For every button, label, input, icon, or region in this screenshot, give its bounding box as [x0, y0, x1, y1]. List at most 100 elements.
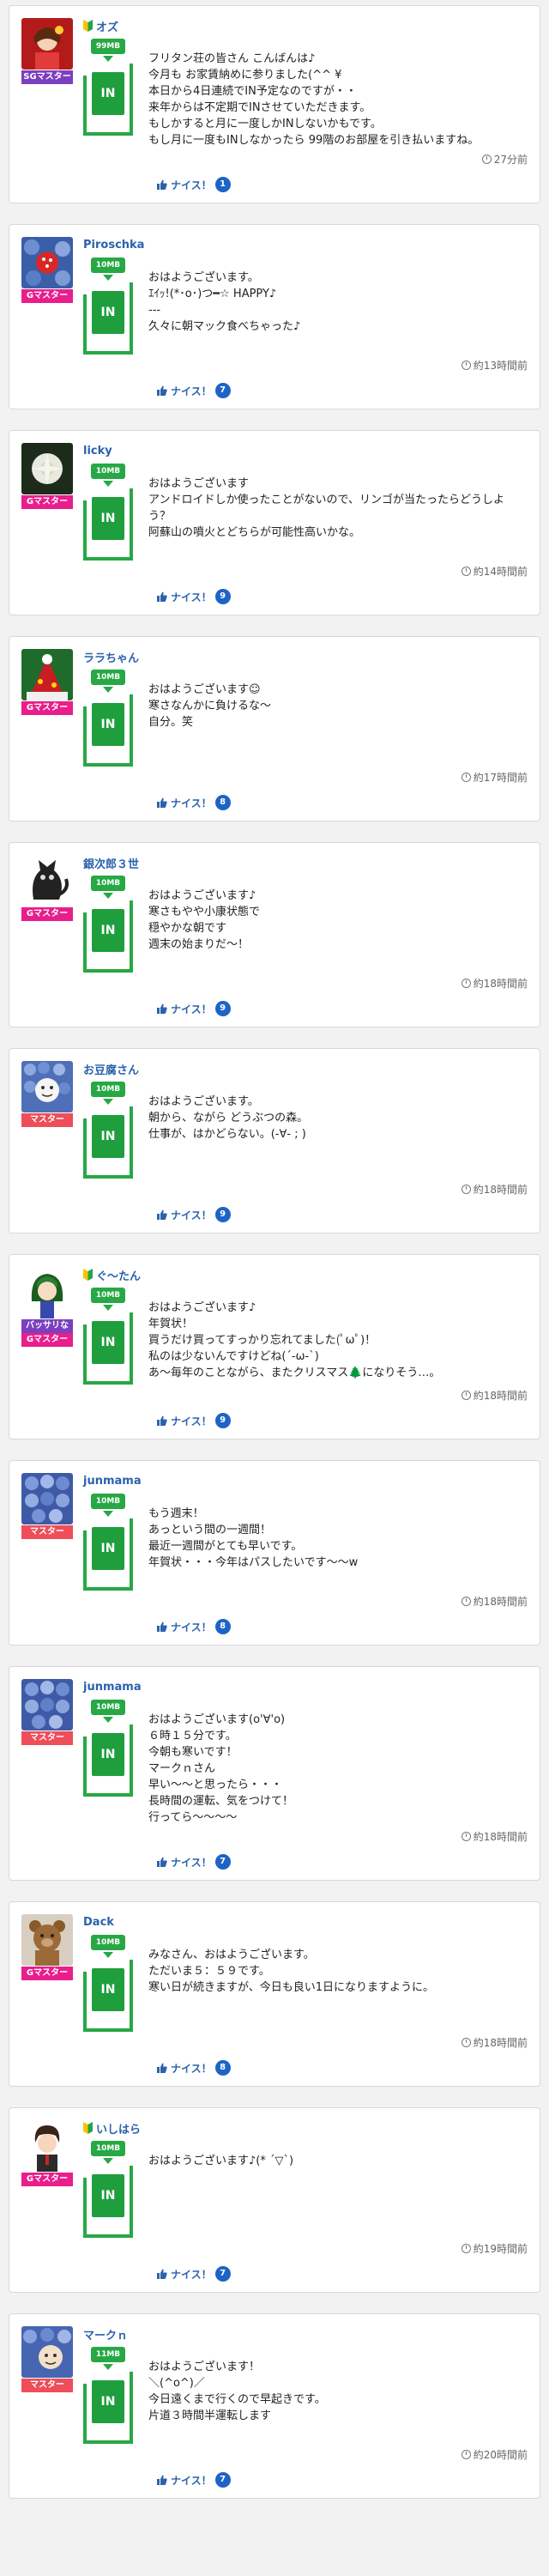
- data-size-badge: 10MB: [91, 876, 125, 891]
- avatar[interactable]: [21, 855, 73, 906]
- post-body: 10MB IN みなさん、おはようございます。 ただいま５：５９です。 寒い日が…: [83, 1935, 528, 2032]
- post-card: マスター マークｎ 11MB IN おはようございます！ ＼(^o^)／ 今日遠…: [9, 2313, 540, 2499]
- avatar[interactable]: [21, 18, 73, 70]
- thumbs-up-icon[interactable]: [157, 797, 167, 808]
- user-name[interactable]: オズ: [96, 18, 118, 34]
- nice-button[interactable]: ナイス！: [171, 796, 212, 810]
- transfer-indicator: 10MB IN: [83, 1700, 133, 1826]
- nice-row: ナイス！ 7: [157, 383, 528, 398]
- in-button[interactable]: IN: [92, 1733, 124, 1776]
- timestamp-text: 約18時間前: [473, 1390, 528, 1402]
- post-body: 10MB IN おはようございます♪(* ´▽`): [83, 2141, 528, 2238]
- post-card: バッサリな Gマスター ぐ〜たん 10MB IN おはようございます♪ 年賀状！…: [9, 1254, 540, 1440]
- thumbs-up-icon[interactable]: [157, 2063, 167, 2073]
- user-name[interactable]: 銀次郎３世: [83, 855, 139, 871]
- avatar[interactable]: [21, 1267, 73, 1318]
- in-button[interactable]: IN: [92, 497, 124, 540]
- rank-badge: Gマスター: [21, 2173, 73, 2186]
- in-button[interactable]: IN: [92, 72, 124, 115]
- user-name[interactable]: いしはら: [96, 2120, 141, 2137]
- in-button[interactable]: IN: [92, 703, 124, 746]
- timestamp: 約14時間前: [21, 564, 528, 579]
- in-button[interactable]: IN: [92, 1321, 124, 1364]
- message-text: おはようございます(o'∀'o) ６時１５分です。 今朝も寒いです！ マークｎさ…: [148, 1713, 294, 1824]
- timestamp-text: 約18時間前: [473, 1831, 528, 1843]
- thumbs-up-icon[interactable]: [157, 2475, 167, 2485]
- user-name-row: いしはら: [83, 2120, 528, 2137]
- clock-icon: [461, 2244, 471, 2253]
- avatar[interactable]: [21, 2326, 73, 2378]
- avatar[interactable]: [21, 1473, 73, 1524]
- user-name[interactable]: Piroschka: [83, 239, 144, 252]
- avatar[interactable]: [21, 443, 73, 494]
- nice-button[interactable]: ナイス！: [171, 2061, 212, 2076]
- in-button[interactable]: IN: [92, 1968, 124, 2011]
- message-text: おはようございます。 ｴｲｯ!(*･o･)つ━☆ HAPPY♪ --- 久々に朝…: [148, 271, 301, 333]
- in-button[interactable]: IN: [92, 1115, 124, 1158]
- post-card: Gマスター Piroschka 10MB IN おはようございます。 ｴｲｯ!(…: [9, 224, 540, 409]
- rank-badge: マスター: [21, 2379, 73, 2392]
- avatar[interactable]: [21, 2120, 73, 2172]
- avatar[interactable]: [21, 649, 73, 700]
- nice-button[interactable]: ナイス！: [171, 2473, 212, 2488]
- transfer-indicator: 11MB IN: [83, 2347, 133, 2444]
- avatar[interactable]: [21, 1914, 73, 1966]
- thumbs-up-icon[interactable]: [157, 1621, 167, 1632]
- in-button[interactable]: IN: [92, 909, 124, 952]
- transfer-indicator: 10MB IN: [83, 258, 133, 355]
- timestamp-text: 約14時間前: [473, 566, 528, 578]
- thumbs-up-icon[interactable]: [157, 385, 167, 396]
- thumbs-up-icon[interactable]: [157, 1209, 167, 1220]
- rank-badge: マスター: [21, 1731, 73, 1745]
- clock-icon: [461, 1185, 471, 1194]
- user-name[interactable]: junmama: [83, 1681, 142, 1694]
- in-button[interactable]: IN: [92, 2174, 124, 2217]
- thumbs-up-icon[interactable]: [157, 1857, 167, 1867]
- timestamp: 約17時間前: [21, 770, 528, 785]
- thumbs-up-icon[interactable]: [157, 179, 167, 190]
- in-box: IN: [83, 2166, 133, 2238]
- user-name[interactable]: お豆腐さん: [83, 1061, 139, 1077]
- in-button[interactable]: IN: [92, 2380, 124, 2423]
- timestamp: 約18時間前: [21, 1182, 528, 1197]
- nice-button[interactable]: ナイス！: [171, 2267, 212, 2282]
- nice-count: 8: [214, 795, 231, 810]
- timestamp-text: 約18時間前: [473, 2037, 528, 2049]
- clock-icon: [461, 2038, 471, 2047]
- user-name[interactable]: junmama: [83, 1475, 142, 1488]
- thumbs-up-icon[interactable]: [157, 591, 167, 602]
- thumbs-up-icon[interactable]: [157, 2269, 167, 2279]
- post-card: マスター junmama 10MB IN おはようございます(o'∀'o) ６時…: [9, 1666, 540, 1881]
- avatar[interactable]: [21, 1679, 73, 1730]
- user-column: Gマスター: [21, 1914, 73, 1980]
- user-name[interactable]: Dack: [83, 1916, 114, 1929]
- rank-badge: マスター: [21, 1113, 73, 1127]
- user-name[interactable]: ララちゃん: [83, 649, 139, 665]
- down-arrow-icon: [103, 1511, 113, 1517]
- data-size-badge: 10MB: [91, 258, 125, 273]
- user-name[interactable]: licky: [83, 445, 112, 458]
- thumbs-up-icon[interactable]: [157, 1415, 167, 1426]
- user-name[interactable]: マークｎ: [83, 2326, 128, 2343]
- nice-row: ナイス！ 7: [157, 2472, 528, 2488]
- nice-button[interactable]: ナイス！: [171, 384, 212, 398]
- avatar[interactable]: [21, 1061, 73, 1112]
- user-name[interactable]: ぐ〜たん: [96, 1267, 141, 1283]
- post-body: 10MB IN おはようございます(o'∀'o) ６時１５分です。 今朝も寒いで…: [83, 1700, 528, 1826]
- nice-button[interactable]: ナイス！: [171, 1002, 212, 1016]
- nice-button[interactable]: ナイス！: [171, 1620, 212, 1634]
- nice-row: ナイス！ 9: [157, 589, 528, 604]
- in-button[interactable]: IN: [92, 1527, 124, 1570]
- data-size-badge: 10MB: [91, 464, 125, 479]
- avatar[interactable]: [21, 237, 73, 288]
- nice-button[interactable]: ナイス！: [171, 1414, 212, 1428]
- nice-button[interactable]: ナイス！: [171, 590, 212, 604]
- nice-button[interactable]: ナイス！: [171, 178, 212, 192]
- thumbs-up-icon[interactable]: [157, 1003, 167, 1014]
- nice-button[interactable]: ナイス！: [171, 1855, 212, 1870]
- message-text: おはようございます♪ 寒さもやや小康状態で 穏やかな朝です 週末の始まりだ〜！: [148, 889, 261, 951]
- rank-badge: Gマスター: [21, 1967, 73, 1980]
- in-button[interactable]: IN: [92, 291, 124, 334]
- down-arrow-icon: [103, 893, 113, 899]
- nice-button[interactable]: ナイス！: [171, 1208, 212, 1222]
